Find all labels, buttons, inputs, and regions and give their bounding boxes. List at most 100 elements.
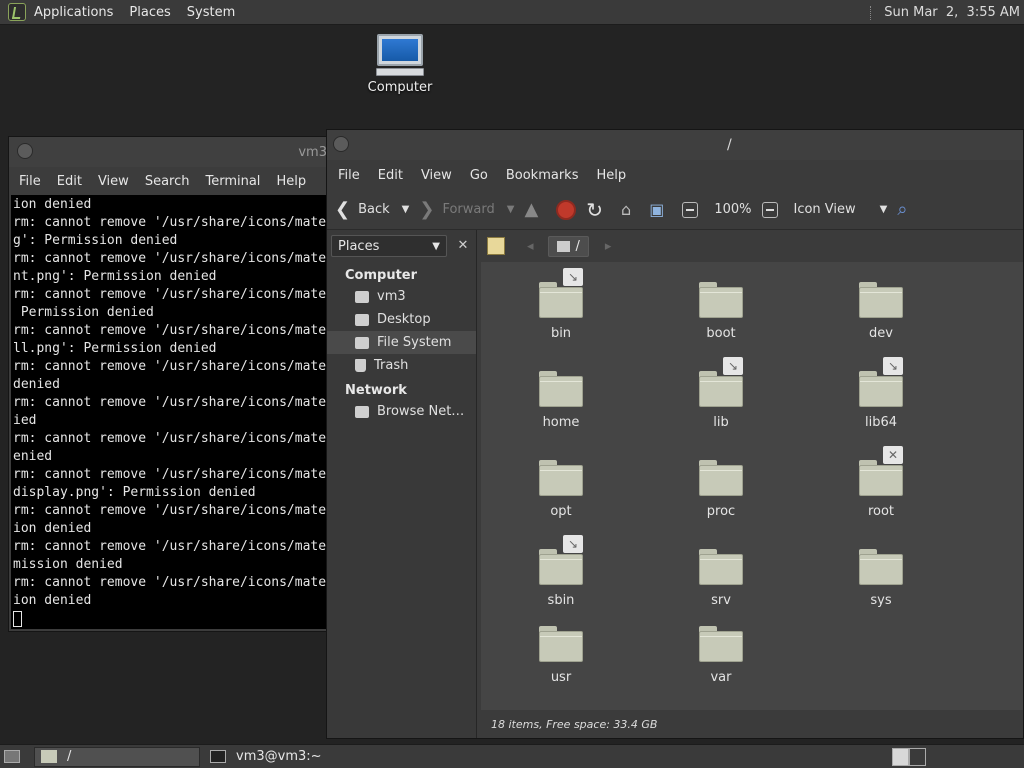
terminal-line: Permission denied (13, 305, 154, 320)
up-button[interactable]: ▲ (524, 199, 546, 220)
search-button[interactable]: ⌕ (897, 199, 915, 220)
fm-menu-file[interactable]: File (329, 168, 369, 183)
folder-icon (699, 282, 743, 318)
folder-item-usr[interactable]: usr (501, 626, 621, 685)
folder-name: root (867, 504, 895, 519)
view-mode-select[interactable]: Icon View ▼ (794, 202, 888, 217)
terminal-menu-search[interactable]: Search (137, 174, 198, 189)
forward-button[interactable]: ❯ Forward ▼ (419, 199, 514, 220)
folder-item-opt[interactable]: opt (501, 460, 621, 519)
sidebar-item-browse-network[interactable]: Browse Net… (327, 400, 476, 423)
menu-logo-icon[interactable] (8, 3, 26, 21)
zoom-out-button[interactable] (682, 201, 704, 218)
terminal-titlebar[interactable]: vm3 (9, 137, 337, 167)
taskbar-item-file-manager[interactable]: / (34, 746, 200, 767)
terminal-line: rm: cannot remove '/usr/share/icons/mate (13, 287, 327, 302)
folder-icon: ↘ (699, 357, 743, 407)
icon-view[interactable]: ↘ bin boot dev home ↘ lib ↘ lib64 opt proc ✕ root ↘ sb… (481, 262, 1023, 710)
file-manager-window[interactable]: / File Edit View Go Bookmarks Help ❮ Bac… (326, 129, 1024, 739)
file-manager-menubar: File Edit View Go Bookmarks Help (327, 160, 1023, 190)
show-desktop-button[interactable] (0, 747, 30, 767)
folder-item-proc[interactable]: proc (661, 460, 781, 519)
file-manager-titlebar[interactable]: / (327, 130, 1023, 160)
applications-menu[interactable]: Applications (26, 5, 121, 20)
window-menu-button[interactable] (333, 136, 349, 152)
home-button[interactable]: ⌂ (621, 200, 639, 219)
fm-menu-help[interactable]: Help (587, 168, 635, 183)
path-left-arrow-icon[interactable]: ◂ (527, 239, 534, 254)
taskbar-item-terminal[interactable]: vm3@vm3:~ (204, 747, 328, 767)
terminal-menu-view[interactable]: View (90, 174, 137, 189)
folder-icon (539, 371, 583, 407)
folder-item-lib[interactable]: ↘ lib (661, 357, 781, 430)
terminal-line: rm: cannot remove '/usr/share/icons/mate (13, 539, 327, 554)
stop-button[interactable] (556, 199, 577, 220)
sidebar-type-select[interactable]: Places ▼ (331, 235, 447, 257)
folder-item-root[interactable]: ✕ root (821, 446, 941, 519)
zoom-in-button[interactable] (761, 201, 784, 218)
fm-menu-go[interactable]: Go (461, 168, 497, 183)
up-arrow-icon: ▲ (524, 199, 539, 220)
forward-history-dropdown-icon[interactable]: ▼ (507, 204, 515, 215)
panel-grip (870, 5, 876, 20)
clock[interactable]: Sun Mar 2, 3:55 AM (884, 5, 1020, 20)
sidebar-item-trash[interactable]: Trash (327, 354, 476, 377)
folder-item-var[interactable]: var (661, 626, 781, 685)
folder-item-sys[interactable]: sys (821, 549, 941, 608)
fm-menu-view[interactable]: View (412, 168, 461, 183)
folder-item-bin[interactable]: ↘ bin (501, 268, 621, 341)
terminal-screen[interactable]: ion denied rm: cannot remove '/usr/share/… (11, 195, 337, 629)
window-menu-button[interactable] (17, 143, 33, 159)
computer-button[interactable]: ▣ (649, 200, 672, 219)
path-crumb-root[interactable]: / (547, 235, 589, 257)
workspace-switcher[interactable] (892, 748, 926, 766)
home-folder-icon (355, 290, 369, 303)
no-access-emblem-icon: ✕ (883, 446, 903, 464)
terminal-menu-help[interactable]: Help (268, 174, 314, 189)
sidebar-item-vm3[interactable]: vm3 (327, 285, 476, 308)
folder-icon (699, 460, 743, 496)
folder-item-boot[interactable]: boot (661, 282, 781, 341)
computer-icon: ▣ (649, 200, 665, 219)
workspace-2[interactable] (909, 748, 926, 766)
taskbar-item-label: vm3@vm3:~ (236, 749, 322, 764)
fm-menu-edit[interactable]: Edit (369, 168, 412, 183)
folder-item-dev[interactable]: dev (821, 282, 941, 341)
system-menu[interactable]: System (179, 5, 243, 20)
reload-button[interactable]: ↻ (586, 198, 611, 222)
desktop-icon-computer[interactable]: Computer (362, 34, 438, 95)
folder-item-sbin[interactable]: ↘ sbin (501, 535, 621, 608)
terminal-menu-edit[interactable]: Edit (49, 174, 90, 189)
location-edit-icon[interactable] (487, 237, 505, 255)
back-history-dropdown-icon[interactable]: ▼ (402, 204, 410, 215)
terminal-menu-file[interactable]: File (11, 174, 49, 189)
folder-item-lib64[interactable]: ↘ lib64 (821, 357, 941, 430)
terminal-cursor (13, 610, 22, 627)
folder-body (859, 554, 903, 585)
taskbar-item-label: / (67, 749, 72, 764)
terminal-line: ion denied (13, 593, 92, 608)
symlink-emblem-icon: ↘ (723, 357, 743, 375)
terminal-line: rm: cannot remove '/usr/share/icons/mate (13, 251, 327, 266)
trash-icon (355, 359, 366, 372)
sidebar-item-desktop[interactable]: Desktop (327, 308, 476, 331)
fm-menu-bookmarks[interactable]: Bookmarks (497, 168, 588, 183)
path-right-arrow-icon[interactable]: ▸ (605, 239, 612, 254)
folder-item-srv[interactable]: srv (661, 549, 781, 608)
terminal-menu-terminal[interactable]: Terminal (197, 174, 268, 189)
sidebar-item-file-system[interactable]: File System (327, 331, 476, 354)
terminal-output: ion denied rm: cannot remove '/usr/share/… (13, 196, 335, 610)
folder-icon (539, 626, 583, 662)
file-manager-title: / (727, 137, 732, 153)
folder-name: usr (550, 670, 572, 685)
folder-item-home[interactable]: home (501, 371, 621, 430)
terminal-window[interactable]: vm3 File Edit View Search Terminal Help … (8, 136, 338, 632)
terminal-line: rm: cannot remove '/usr/share/icons/mate (13, 575, 327, 590)
folder-name: proc (706, 504, 736, 519)
places-menu[interactable]: Places (121, 5, 178, 20)
back-button[interactable]: ❮ Back ▼ (335, 199, 409, 220)
close-sidebar-button[interactable]: ✕ (453, 236, 473, 256)
workspace-1[interactable] (892, 748, 909, 766)
sidebar-item-label: Browse Net… (377, 404, 465, 419)
network-icon (355, 405, 369, 418)
